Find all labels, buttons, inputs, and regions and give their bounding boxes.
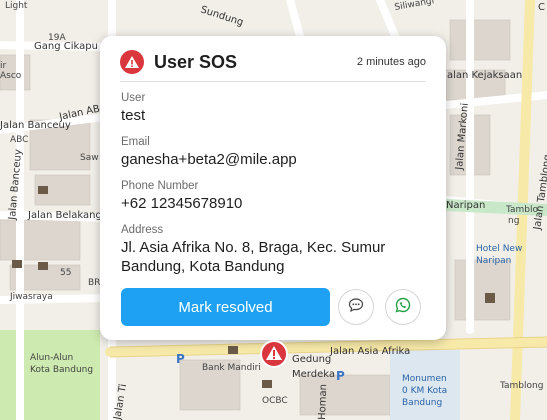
warning-icon <box>120 50 144 74</box>
svg-text:0 KM Kota: 0 KM Kota <box>402 386 447 396</box>
svg-text:Light: Light <box>5 1 28 11</box>
email-label: Email <box>121 136 150 148</box>
phone-value: +62 12345678910 <box>121 195 243 212</box>
email-field: Email ganesha+beta2@mile.app <box>121 135 421 169</box>
svg-text:OCBC: OCBC <box>262 396 288 406</box>
svg-text:P: P <box>336 369 345 383</box>
svg-text:Saw: Saw <box>80 153 99 163</box>
svg-text:Tamblong: Tamblong <box>499 381 543 391</box>
email-value: ganesha+beta2@mile.app <box>121 151 297 168</box>
svg-text:Hotel New: Hotel New <box>476 244 522 254</box>
svg-text:19A: 19A <box>48 33 66 43</box>
svg-text:Naripan: Naripan <box>476 256 511 266</box>
svg-text:Asco: Asco <box>0 71 22 81</box>
popup-header: User SOS 2 minutes ago <box>120 48 426 76</box>
svg-text:Alun-Alun: Alun-Alun <box>30 353 73 363</box>
sos-marker-icon[interactable] <box>259 339 289 369</box>
svg-text:BR: BR <box>88 278 100 288</box>
chat-bubble-icon <box>348 297 364 318</box>
user-value: test <box>121 107 146 124</box>
popup-title: User SOS <box>154 51 238 72</box>
svg-text:Kota Bandung: Kota Bandung <box>30 365 93 375</box>
svg-text:Gang Cikapu: Gang Cikapu <box>34 41 98 52</box>
svg-text:Jiwasraya: Jiwasraya <box>9 292 53 302</box>
address-field: Address Jl. Asia Afrika No. 8, Braga, Ke… <box>121 223 421 276</box>
svg-text:Merdeka: Merdeka <box>292 369 335 380</box>
phone-label: Phone Number <box>121 180 199 192</box>
svg-text:Jalan Belakang: Jalan Belakang <box>27 210 102 221</box>
address-value: Jl. Asia Afrika No. 8, Braga, Kec. Sumur… <box>121 239 386 275</box>
mark-resolved-button[interactable]: Mark resolved <box>121 288 330 326</box>
svg-text:Bank Mandiri: Bank Mandiri <box>202 363 261 373</box>
svg-text:Monumen: Monumen <box>402 374 447 384</box>
whatsapp-icon <box>395 297 411 318</box>
svg-text:P: P <box>176 352 185 366</box>
svg-text:Homan: Homan <box>317 384 329 420</box>
header-divider <box>120 81 426 82</box>
user-field: User test <box>121 91 421 125</box>
svg-text:Naripan: Naripan <box>446 200 485 211</box>
svg-text:Jalan Kejaksaan: Jalan Kejaksaan <box>443 70 522 81</box>
svg-text:ABC: ABC <box>10 135 28 145</box>
svg-text:C: C <box>538 2 545 13</box>
svg-text:ng: ng <box>508 216 519 226</box>
svg-text:ir: ir <box>0 61 7 71</box>
sos-popup: User SOS 2 minutes ago User test Email g… <box>100 36 446 340</box>
whatsapp-button[interactable] <box>385 289 421 325</box>
user-label: User <box>121 92 146 104</box>
svg-text:Bandung: Bandung <box>402 398 442 408</box>
address-label: Address <box>121 224 164 236</box>
svg-text:Gedung: Gedung <box>292 354 331 365</box>
svg-text:Jalan Asia Afrika: Jalan Asia Afrika <box>329 346 410 357</box>
svg-text:55: 55 <box>60 268 71 278</box>
phone-field: Phone Number +62 12345678910 <box>121 179 421 213</box>
chat-button[interactable] <box>338 289 374 325</box>
svg-text:Tamblo: Tamblo <box>505 205 539 215</box>
popup-timestamp: 2 minutes ago <box>356 56 426 68</box>
svg-text:Jalan Banceuy: Jalan Banceuy <box>0 120 71 131</box>
